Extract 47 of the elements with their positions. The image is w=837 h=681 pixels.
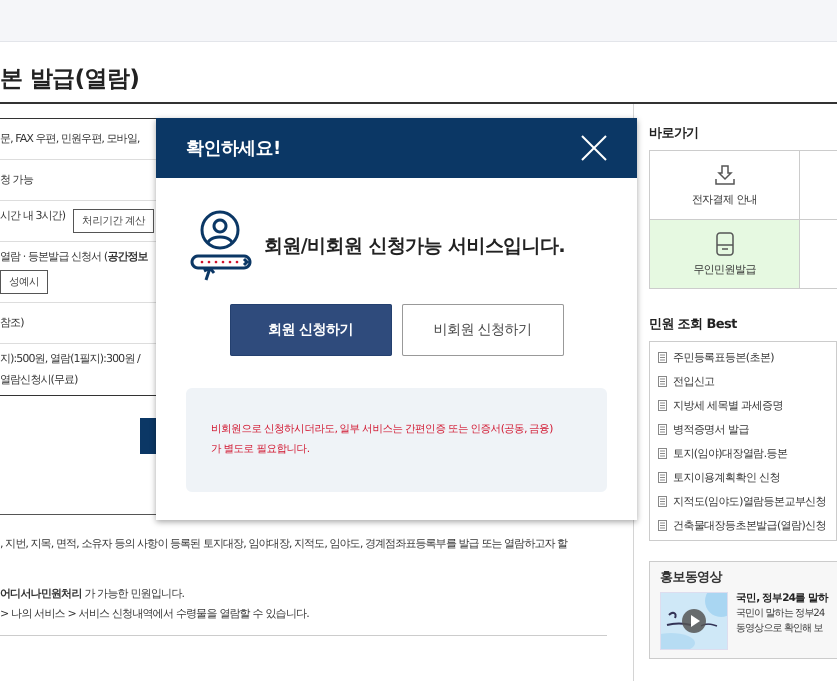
document-icon <box>658 376 667 386</box>
info-text: 참조) <box>0 316 24 330</box>
member-apply-button[interactable]: 회원 신청하기 <box>230 304 392 356</box>
section-title: 바로가기 <box>649 125 700 142</box>
user-login-icon <box>190 210 252 282</box>
best-item[interactable]: 토지이용계획확인 신청 <box>658 468 828 486</box>
note-text: > 나의 서비스 > 서비스 신청내역에서 수령물을 열람할 수 있습니다. <box>0 607 309 622</box>
best-item[interactable]: 주민등록표등본(초본) <box>658 348 828 366</box>
document-icon <box>658 448 667 458</box>
section-title: 홍보동영상 <box>660 569 724 586</box>
download-icon <box>714 164 736 186</box>
section-title: 민원 조회 Best <box>649 316 738 333</box>
info-text: 지):500원, 열람(1필지):300원 / <box>0 352 140 367</box>
kiosk-icon <box>716 232 734 256</box>
quick-link[interactable]: 무인민원발급 <box>650 220 800 289</box>
best-item[interactable]: 토지(임야)대장열람.등본 <box>658 444 828 462</box>
guest-apply-button[interactable]: 비회원 신청하기 <box>402 304 564 356</box>
document-icon <box>658 520 667 530</box>
info-text: 청 가능 <box>0 172 33 188</box>
play-icon[interactable] <box>682 609 706 633</box>
note-text: 어디서나민원처리 가 가능한 민원입니다. <box>0 586 184 602</box>
page-title: 본 발급(열람) <box>0 65 140 94</box>
document-icon <box>658 496 667 506</box>
dialog-headline: 회원/비회원 신청가능 서비스입니다. <box>264 234 565 259</box>
best-item[interactable]: 병적증명서 발급 <box>658 420 828 438</box>
document-icon <box>658 352 667 362</box>
document-icon <box>658 400 667 410</box>
notice-text: 가 별도로 필요합니다. <box>211 443 310 457</box>
info-text: 시간 내 3시간) <box>0 209 66 224</box>
close-icon[interactable] <box>581 135 607 161</box>
best-item[interactable]: 건축물대장등초본발급(열람)신청 <box>658 516 828 534</box>
description-text: , 지번, 지목, 면적, 소유자 등의 사항이 등록된 토지대장, 임야대장, 지적도, 임야도, 경계점좌표등록부를 발급 또는 열람하고자 할 <box>0 536 568 552</box>
best-item[interactable]: 전입신고 <box>658 372 828 390</box>
best-item[interactable]: 지적도(임야도)열람등본교부신청 <box>658 492 828 510</box>
video-title[interactable]: 국민, 정부24를 말하 <box>736 592 828 605</box>
document-icon <box>658 472 667 482</box>
best-item[interactable]: 지방세 세목별 과세증명 <box>658 396 828 414</box>
document-icon <box>658 424 667 434</box>
video-description: 동영상으로 확인해 보 <box>736 622 824 635</box>
info-button[interactable]: 처리기간 계산 <box>73 209 154 233</box>
info-button[interactable]: 성예시 <box>0 270 48 294</box>
info-text: 열람신청시(무료) <box>0 372 78 387</box>
info-text: 문, FAX 우편, 민원우편, 모바일, <box>0 132 140 146</box>
dialog-title: 확인하세요! <box>186 137 281 160</box>
notice-text: 비회원으로 신청하시더라도, 일부 서비스는 간편인증 또는 인증서(공동, 금융) <box>211 423 552 437</box>
video-description: 국민이 말하는 정부24 <box>736 608 826 620</box>
info-text: 열람 · 등본발급 신청서 (공간정보 <box>0 250 148 264</box>
